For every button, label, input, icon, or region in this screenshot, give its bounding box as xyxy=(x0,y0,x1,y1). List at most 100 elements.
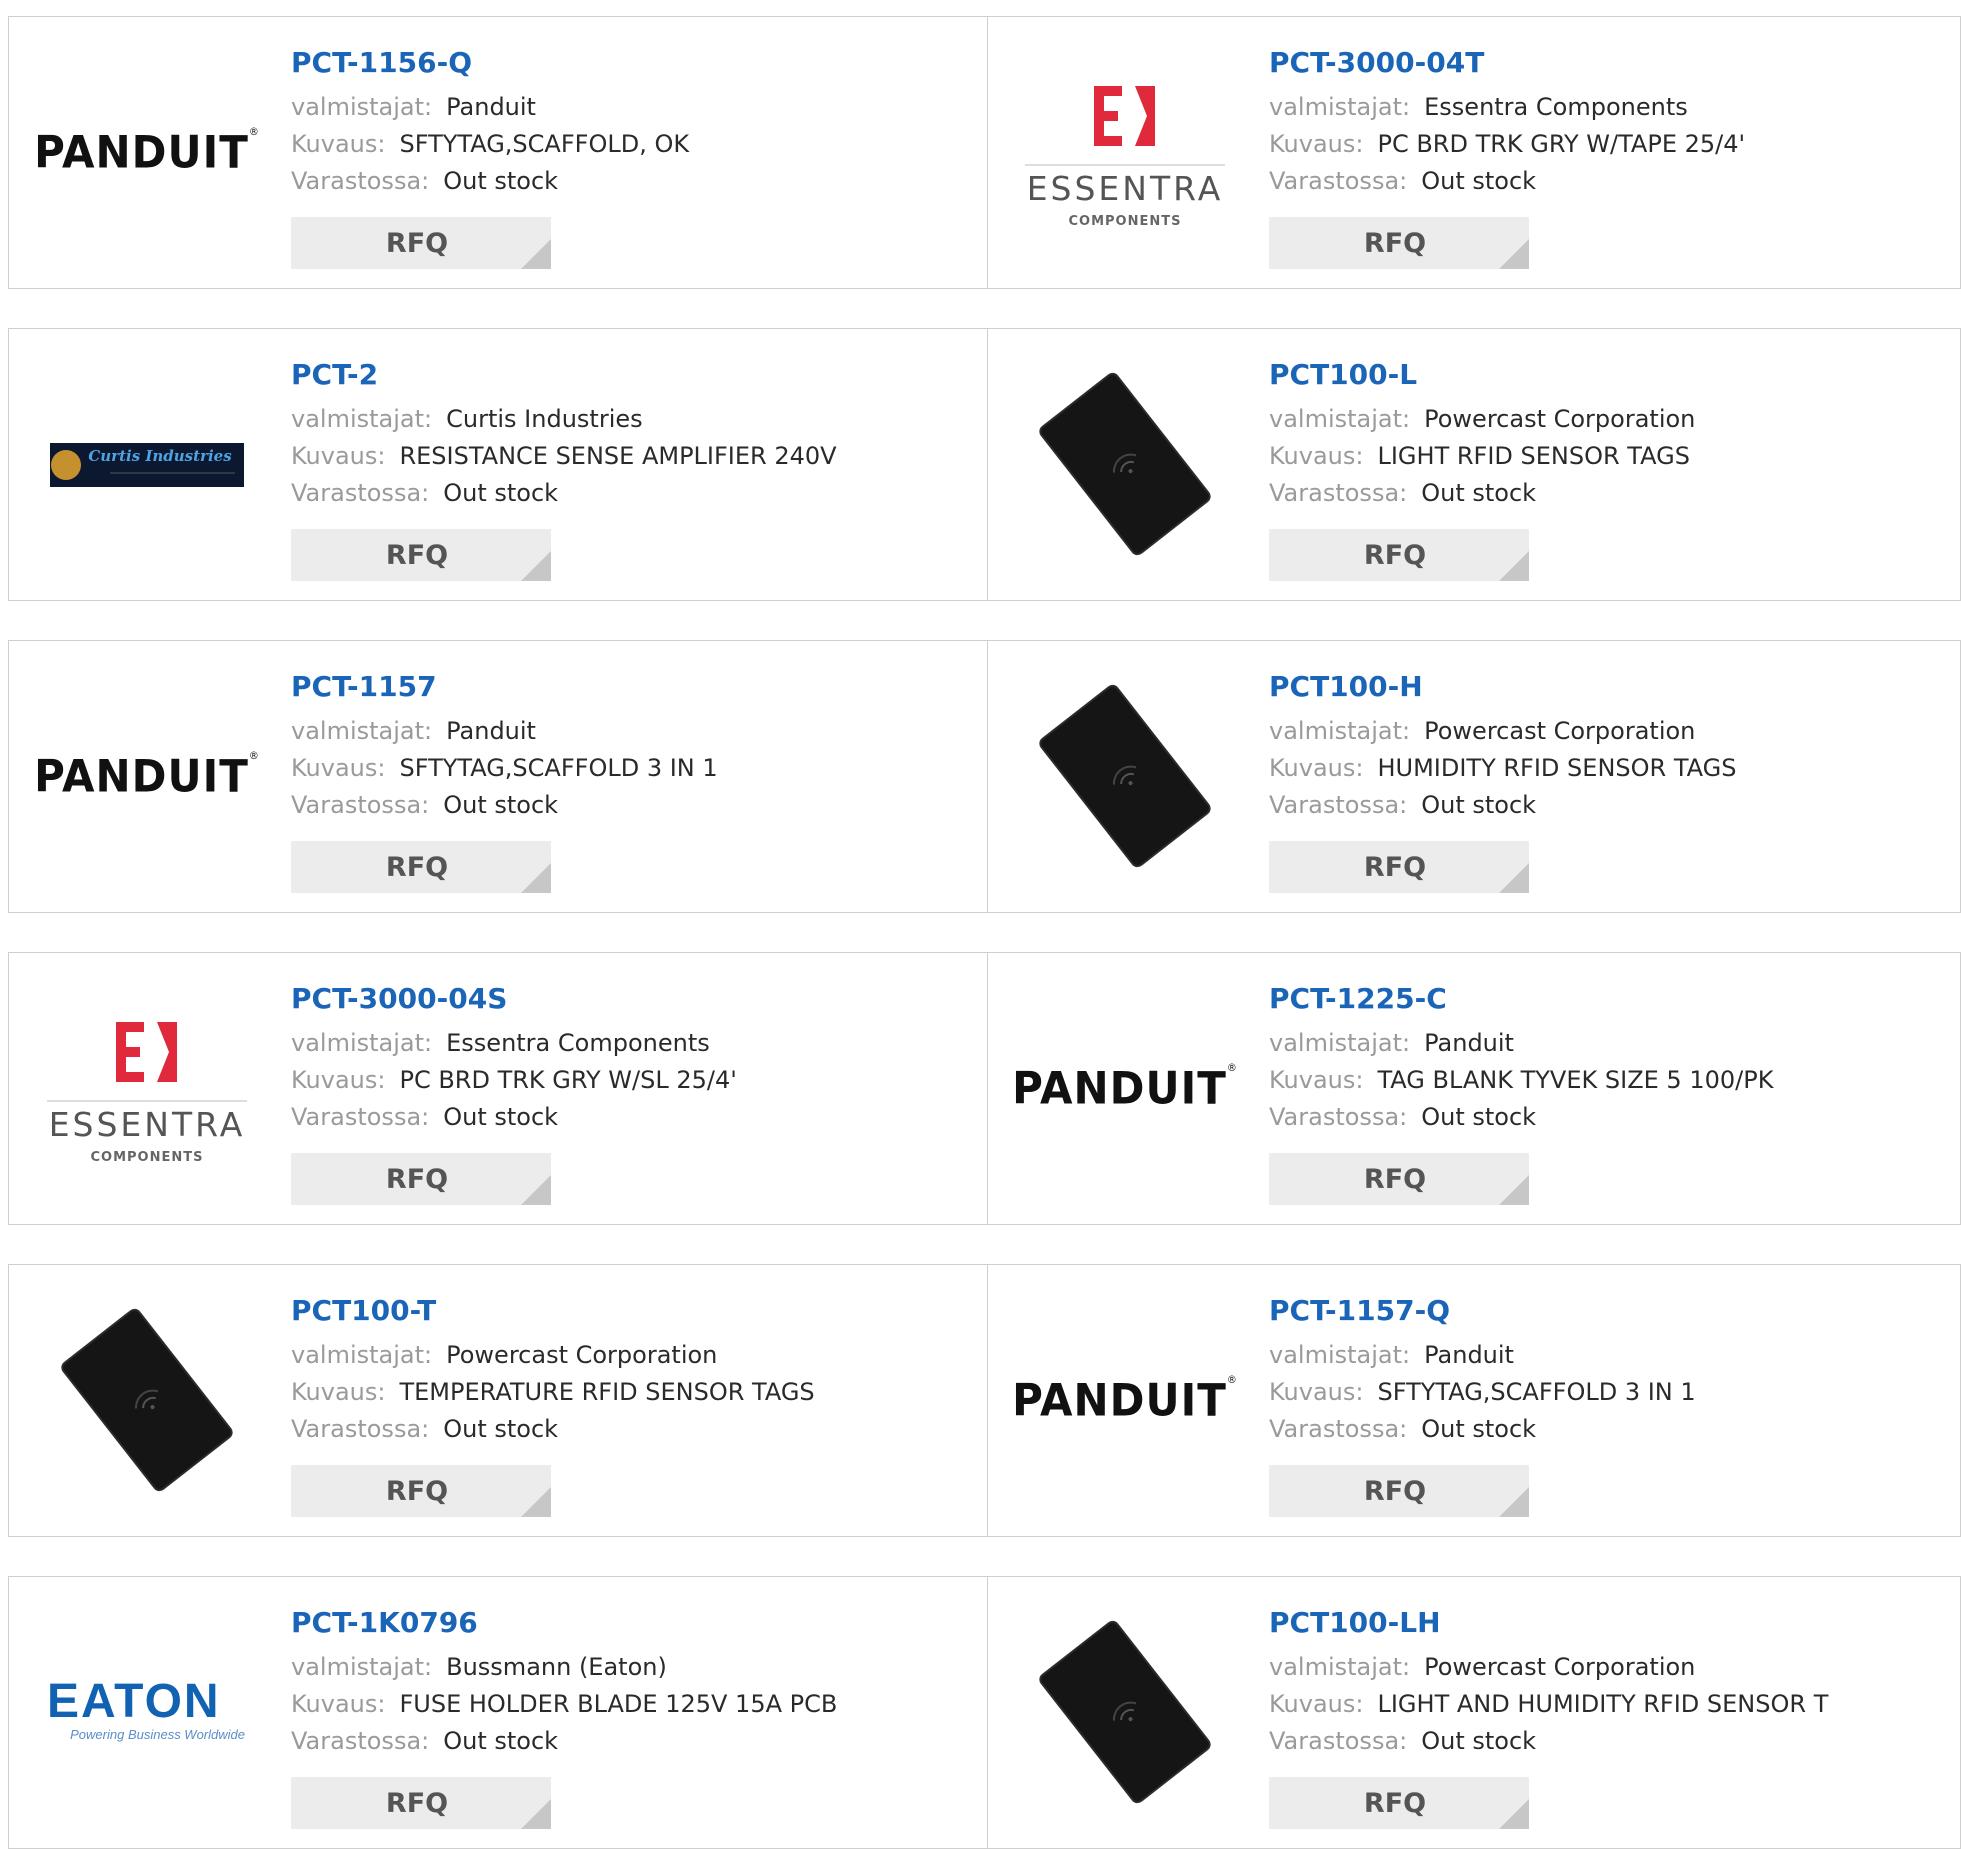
stock-label: Varastossa: xyxy=(1269,479,1408,507)
product-part-link[interactable]: PCT-1156-Q xyxy=(291,45,971,81)
rfq-button-label: RFQ xyxy=(1363,1475,1427,1507)
product-info: PCT100-T valmistajat: Powercast Corporatio… xyxy=(291,1293,971,1448)
curtis-logo-text: Curtis Industries xyxy=(88,447,232,465)
stock-label: Varastossa: xyxy=(291,791,430,819)
manufacturer-label: valmistajat: xyxy=(291,1029,433,1057)
product-info: PCT100-L valmistajat: Powercast Corporatio… xyxy=(1269,357,1949,512)
rfq-corner-decoration xyxy=(1499,239,1529,269)
stock-line: Varastossa: Out stock xyxy=(1269,1411,1949,1448)
rfq-button[interactable]: RFQ xyxy=(291,1777,551,1829)
manufacturer-line: valmistajat: Powercast Corporation xyxy=(1269,1649,1949,1686)
product-row: PANDUIT® PCT-1157 valmistajat: Panduit Kuvau… xyxy=(8,640,1961,913)
stock-label: Varastossa: xyxy=(1269,167,1408,195)
stock-label: Varastossa: xyxy=(291,167,430,195)
rfq-corner-decoration xyxy=(521,551,551,581)
stock-label: Varastossa: xyxy=(291,1727,430,1755)
manufacturer-logo: PANDUIT® xyxy=(1012,1293,1237,1508)
manufacturer-label: valmistajat: xyxy=(1269,405,1411,433)
manufacturer-line: valmistajat: Bussmann (Eaton) xyxy=(291,1649,971,1686)
rfq-button[interactable]: RFQ xyxy=(1269,1465,1529,1517)
rfq-button[interactable]: RFQ xyxy=(1269,1153,1529,1205)
rfq-corner-decoration xyxy=(1499,1175,1529,1205)
manufacturer-label: valmistajat: xyxy=(1269,93,1411,121)
rfq-corner-decoration xyxy=(1499,1487,1529,1517)
product-part-link[interactable]: PCT-2 xyxy=(291,357,971,393)
product-part-link[interactable]: PCT-1K0796 xyxy=(291,1605,971,1641)
stock-value: Out stock xyxy=(443,167,559,195)
product-part-link[interactable]: PCT100-H xyxy=(1269,669,1949,705)
product-part-link[interactable]: PCT-3000-04S xyxy=(291,981,971,1017)
curtis-logo: Curtis Industries xyxy=(50,442,244,487)
rfq-button[interactable]: RFQ xyxy=(291,1153,551,1205)
product-part-link[interactable]: PCT-1225-C xyxy=(1269,981,1949,1017)
rfq-button-label: RFQ xyxy=(1363,1163,1427,1195)
product-info: PCT-1K0796 valmistajat: Bussmann (Eaton) Ku… xyxy=(291,1605,971,1760)
rfq-button[interactable]: RFQ xyxy=(291,217,551,269)
product-part-link[interactable]: PCT100-T xyxy=(291,1293,971,1329)
stock-value: Out stock xyxy=(1421,167,1537,195)
description-line: Kuvaus: RESISTANCE SENSE AMPLIFIER 240V xyxy=(291,438,971,475)
manufacturer-line: valmistajat: Essentra Components xyxy=(291,1025,971,1062)
rfid-tag-image xyxy=(1039,684,1211,868)
manufacturer-line: valmistajat: Powercast Corporation xyxy=(1269,713,1949,750)
stock-line: Varastossa: Out stock xyxy=(291,475,971,512)
product-card: PCT100-T valmistajat: Powercast Corporatio… xyxy=(9,1265,988,1536)
rfq-button[interactable]: RFQ xyxy=(291,529,551,581)
essentra-logo-text: ESSENTRA xyxy=(1027,169,1224,208)
description-label: Kuvaus: xyxy=(1269,1690,1364,1718)
rfq-button[interactable]: RFQ xyxy=(1269,841,1529,893)
rfq-button[interactable]: RFQ xyxy=(1269,217,1529,269)
product-part-link[interactable]: PCT-1157-Q xyxy=(1269,1293,1949,1329)
product-info: PCT-1225-C valmistajat: Panduit Kuvaus: TAG … xyxy=(1269,981,1949,1136)
manufacturer-logo: Curtis Industries xyxy=(47,357,247,572)
rfq-button[interactable]: RFQ xyxy=(1269,529,1529,581)
description-value: TEMPERATURE RFID SENSOR TAGS xyxy=(399,1378,815,1406)
description-line: Kuvaus: PC BRD TRK GRY W/TAPE 25/4' xyxy=(1269,126,1949,163)
manufacturer-logo xyxy=(47,1293,247,1508)
manufacturer-value: Powercast Corporation xyxy=(446,1341,718,1369)
rfq-button[interactable]: RFQ xyxy=(291,1465,551,1517)
description-line: Kuvaus: FUSE HOLDER BLADE 125V 15A PCB xyxy=(291,1686,971,1723)
product-card: ESSENTRA COMPONENTS PCT-3000-04S valmistaja… xyxy=(9,953,988,1224)
description-label: Kuvaus: xyxy=(1269,1066,1364,1094)
manufacturer-line: valmistajat: Panduit xyxy=(291,713,971,750)
rfq-button[interactable]: RFQ xyxy=(1269,1777,1529,1829)
manufacturer-line: valmistajat: Powercast Corporation xyxy=(1269,401,1949,438)
eaton-logo-text: EATON xyxy=(47,1675,221,1728)
rfq-corner-decoration xyxy=(1499,551,1529,581)
description-label: Kuvaus: xyxy=(1269,1378,1364,1406)
product-row: ESSENTRA COMPONENTS PCT-3000-04S valmistaja… xyxy=(8,952,1961,1225)
manufacturer-value: Panduit xyxy=(1424,1341,1514,1369)
description-label: Kuvaus: xyxy=(291,1690,386,1718)
eaton-logo: EATONPowering Business Worldwide xyxy=(47,1675,245,1742)
description-line: Kuvaus: HUMIDITY RFID SENSOR TAGS xyxy=(1269,750,1949,787)
manufacturer-logo: EATON Powering Business Worldwide xyxy=(47,1605,247,1820)
rfq-corner-decoration xyxy=(521,1487,551,1517)
description-line: Kuvaus: PC BRD TRK GRY W/SL 25/4' xyxy=(291,1062,971,1099)
manufacturer-line: valmistajat: Curtis Industries xyxy=(291,401,971,438)
description-line: Kuvaus: SFTYTAG,SCAFFOLD, OK xyxy=(291,126,971,163)
rfq-corner-decoration xyxy=(521,239,551,269)
product-card: PCT100-L valmistajat: Powercast Corporatio… xyxy=(987,329,1961,600)
product-part-link[interactable]: PCT100-LH xyxy=(1269,1605,1949,1641)
product-info: PCT-3000-04S valmistajat: Essentra Compone… xyxy=(291,981,971,1136)
rfq-corner-decoration xyxy=(1499,863,1529,893)
stock-value: Out stock xyxy=(443,1103,559,1131)
product-part-link[interactable]: PCT-1157 xyxy=(291,669,971,705)
product-part-link[interactable]: PCT-3000-04T xyxy=(1269,45,1949,81)
rfq-button-label: RFQ xyxy=(385,1787,449,1819)
product-grid: PANDUIT® PCT-1156-Q valmistajat: Panduit Kuv… xyxy=(0,0,1961,1849)
rfq-button[interactable]: RFQ xyxy=(291,841,551,893)
manufacturer-line: valmistajat: Powercast Corporation xyxy=(291,1337,971,1374)
description-value: LIGHT RFID SENSOR TAGS xyxy=(1377,442,1690,470)
manufacturer-value: Powercast Corporation xyxy=(1424,717,1696,745)
stock-label: Varastossa: xyxy=(1269,1103,1408,1131)
product-info: PCT-1156-Q valmistajat: Panduit Kuvaus: SFTY… xyxy=(291,45,971,200)
manufacturer-value: Panduit xyxy=(446,717,536,745)
product-part-link[interactable]: PCT100-L xyxy=(1269,357,1949,393)
product-info: PCT-1157 valmistajat: Panduit Kuvaus: SFTYTA… xyxy=(291,669,971,824)
description-label: Kuvaus: xyxy=(291,754,386,782)
manufacturer-logo: ESSENTRA COMPONENTS xyxy=(1025,45,1225,260)
stock-line: Varastossa: Out stock xyxy=(291,787,971,824)
manufacturer-value: Essentra Components xyxy=(1424,93,1688,121)
